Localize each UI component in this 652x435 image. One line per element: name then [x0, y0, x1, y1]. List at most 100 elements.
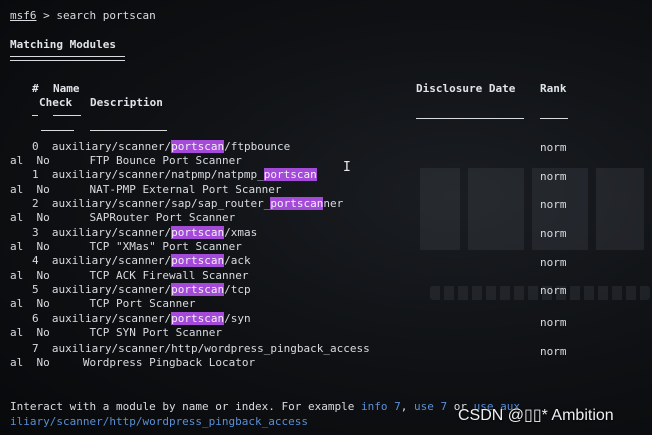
module-check: No [36, 240, 50, 253]
search-match-highlight: portscan [171, 254, 225, 267]
module-row-line1: 4 auxiliary/scanner/portscan/ack [32, 254, 251, 269]
module-path-wrap: al [10, 269, 24, 282]
module-check: No [36, 183, 50, 196]
module-description: FTP Bounce Port Scanner [89, 154, 242, 167]
col-disclosure-date-header: Disclosure Date [416, 82, 516, 95]
module-row-line2: al No TCP Port Scanner [10, 297, 195, 312]
module-index: 1 [32, 168, 39, 181]
module-row-line1: 1 auxiliary/scanner/natpmp/natpmp_portsc… [32, 168, 317, 183]
module-index: 7 [32, 342, 39, 355]
module-row-line2: al No TCP SYN Port Scanner [10, 326, 222, 341]
col-num-rule [32, 115, 38, 116]
col-description-header: Description [90, 96, 163, 109]
footer-sep: , [400, 400, 414, 413]
module-rank: norm [540, 345, 567, 358]
footer-hint-text: Interact with a module by name or index.… [10, 400, 361, 413]
module-check: No [36, 211, 50, 224]
footer-hint: Interact with a module by name or index.… [10, 400, 520, 415]
module-row-line2: al No SAPRouter Port Scanner [10, 211, 235, 226]
module-row-line1: 2 auxiliary/scanner/sap/sap_router_ports… [32, 197, 343, 212]
module-path-suffix: /ack [224, 254, 251, 267]
module-path-suffix: ner [323, 197, 344, 210]
module-description: TCP SYN Port Scanner [89, 326, 222, 339]
module-path-prefix: auxiliary/scanner/natpmp/natpmp_ [51, 168, 264, 181]
text-cursor-icon [343, 160, 345, 175]
module-check: No [36, 297, 50, 310]
module-index: 4 [32, 254, 39, 267]
module-description: TCP Port Scanner [89, 297, 196, 310]
terminal-window[interactable]: msf6 > search portscan Matching Modules … [0, 0, 652, 435]
module-description: SAPRouter Port Scanner [89, 211, 236, 224]
prompt-separator: > [36, 9, 57, 22]
background-logo-block [596, 168, 644, 250]
module-rank: norm [540, 170, 567, 183]
search-match-highlight: portscan [270, 197, 324, 210]
module-path-prefix: auxiliary/scanner/ [51, 226, 172, 239]
module-check: No [36, 269, 50, 282]
module-path-wrap: al [10, 183, 24, 196]
module-row-line1: 3 auxiliary/scanner/portscan/xmas [32, 226, 257, 241]
module-index: 2 [32, 197, 39, 210]
module-index: 6 [32, 312, 39, 325]
module-rank: norm [540, 316, 567, 329]
search-match-highlight: portscan [171, 312, 225, 325]
prompt-command: search portscan [56, 9, 156, 22]
module-description: TCP "XMas" Port Scanner [89, 240, 242, 253]
module-row-line2: al No TCP "XMas" Port Scanner [10, 240, 242, 255]
module-rank: norm [540, 227, 567, 240]
module-rank: norm [540, 141, 567, 154]
col-check-rule [41, 130, 74, 131]
search-match-highlight: portscan [263, 168, 317, 181]
background-logo-block [468, 168, 524, 250]
module-description: TCP ACK Firewall Scanner [89, 269, 249, 282]
module-index: 3 [32, 226, 39, 239]
module-check: No [36, 326, 50, 339]
module-row-line2: al No Wordpress Pingback Locator [10, 356, 255, 371]
footer-info-command[interactable]: info 7 [361, 400, 401, 413]
module-path-wrap: al [10, 154, 24, 167]
module-path-prefix: auxiliary/scanner/ [51, 312, 172, 325]
section-title: Matching Modules [10, 38, 116, 51]
module-rank: norm [540, 198, 567, 211]
module-path-prefix: auxiliary/scanner/sap/sap_router_ [51, 197, 271, 210]
module-index: 5 [32, 283, 39, 296]
module-path-prefix: auxiliary/scanner/http/wordpress_pingbac… [51, 342, 370, 355]
module-path-suffix: /tcp [224, 283, 251, 296]
prompt-line: msf6 > search portscan [10, 9, 156, 24]
section-title-underline [10, 56, 125, 61]
module-path-prefix: auxiliary/scanner/ [51, 254, 172, 267]
module-path-wrap: al [10, 326, 24, 339]
col-rank-rule [540, 118, 568, 119]
background-logo-block [420, 168, 460, 250]
module-row-line2: al No TCP ACK Firewall Scanner [10, 269, 248, 284]
module-path-prefix: auxiliary/scanner/ [51, 283, 172, 296]
col-rank-header: Rank [540, 82, 567, 95]
module-row-line2: al No NAT-PMP External Port Scanner [10, 183, 282, 198]
module-description: Wordpress Pingback Locator [82, 356, 256, 369]
module-description: NAT-PMP External Port Scanner [89, 183, 282, 196]
module-row-line2: al No FTP Bounce Port Scanner [10, 154, 242, 169]
module-index: 0 [32, 140, 39, 153]
module-path-wrap: al [10, 211, 24, 224]
module-row-line1: 5 auxiliary/scanner/portscan/tcp [32, 283, 251, 298]
footer-hint-line2[interactable]: iliary/scanner/http/wordpress_pingback_a… [10, 415, 308, 430]
background-logo [420, 168, 652, 258]
module-rank: norm [540, 284, 567, 297]
module-path-prefix: auxiliary/scanner/ [51, 140, 172, 153]
prompt-user: msf6 [10, 9, 37, 22]
module-check: No [36, 356, 50, 369]
module-path-wrap: al [10, 356, 24, 369]
module-path-wrap: al [10, 297, 24, 310]
search-match-highlight: portscan [171, 283, 225, 296]
col-description-rule [90, 130, 167, 131]
footer-use-command[interactable]: use 7 [414, 400, 447, 413]
col-num-header: # [32, 82, 39, 95]
module-rank: norm [540, 256, 567, 269]
module-path-suffix: /xmas [224, 226, 258, 239]
col-name-header: Name [53, 82, 80, 95]
module-path-wrap: al [10, 240, 24, 253]
col-name-rule [53, 115, 81, 116]
module-check: No [36, 154, 50, 167]
col-check-header: Check [39, 96, 73, 109]
csdn-watermark: CSDN @▯▯* Ambition [458, 407, 614, 424]
